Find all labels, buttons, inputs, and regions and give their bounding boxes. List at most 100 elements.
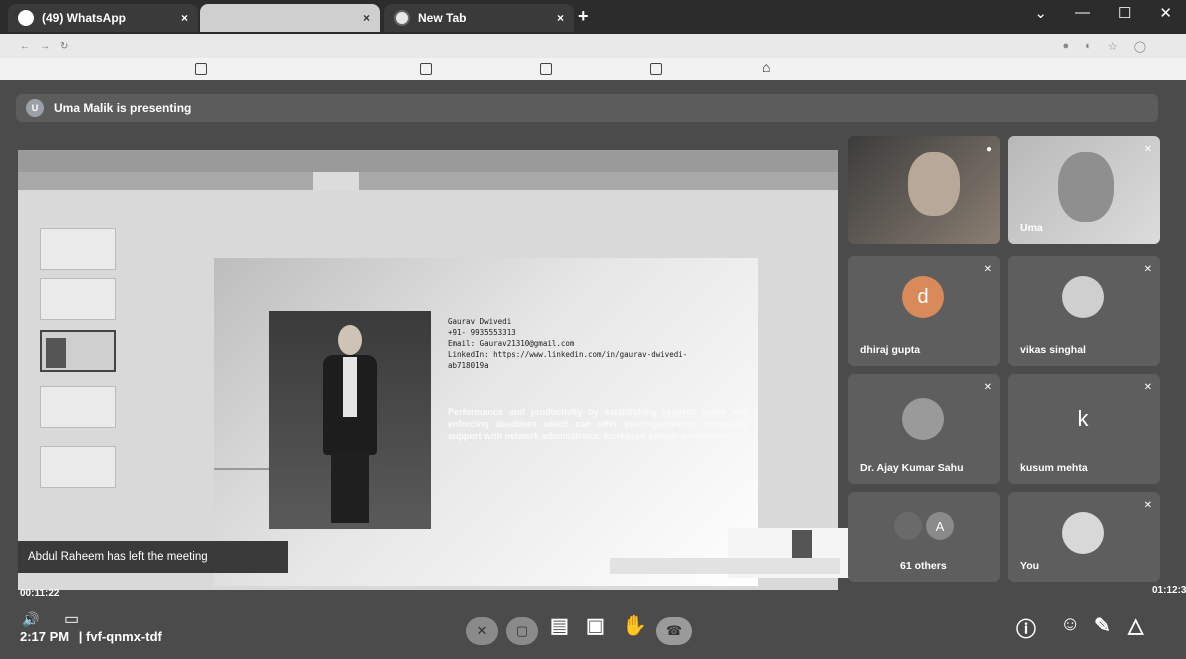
mic-icon: ● bbox=[985, 144, 992, 155]
back-icon[interactable]: ← bbox=[20, 41, 30, 52]
camera-toggle-button[interactable]: ▢ bbox=[506, 617, 538, 645]
profile-photo bbox=[269, 311, 431, 529]
close-icon[interactable]: × bbox=[181, 11, 188, 25]
bookmark-folder-icon[interactable]: ⌂ bbox=[762, 59, 770, 75]
shared-screen[interactable]: Gaurav Dwivedi +91- 9935553313 Email: Ga… bbox=[18, 150, 838, 590]
participant-name: Dr. Ajay Kumar Sahu bbox=[860, 462, 964, 474]
participant-name: kusum mehta bbox=[1020, 462, 1088, 474]
contact-line: LinkedIn: https://www.linkedin.com/in/ga… bbox=[448, 350, 688, 359]
bookmark-icon[interactable] bbox=[650, 63, 662, 75]
slide-thumbnail-selected[interactable] bbox=[40, 330, 116, 372]
participant-name: 61 others bbox=[900, 560, 947, 572]
bookmark-icon[interactable] bbox=[540, 63, 552, 75]
raise-hand-icon[interactable]: ✋ bbox=[622, 613, 647, 638]
slide-thumbnail[interactable] bbox=[40, 278, 116, 320]
extension-icons: ● ◐ ☆ ◯ bbox=[1063, 40, 1147, 53]
tab-search-icon[interactable]: ⌄ bbox=[1034, 4, 1047, 22]
separator: | bbox=[78, 629, 83, 644]
slide-contact-info: Gaurav Dwivedi +91- 9935553313 Email: Ga… bbox=[448, 316, 728, 371]
meeting-code: fvf-qnmx-tdf bbox=[86, 629, 162, 644]
powerpoint-body: Gaurav Dwivedi +91- 9935553313 Email: Ga… bbox=[18, 190, 838, 590]
tab-title: New Tab bbox=[418, 11, 467, 25]
participant-name: You bbox=[1020, 560, 1040, 572]
slide-decoration bbox=[214, 468, 274, 470]
timer-right: 01:12:31 bbox=[1152, 585, 1186, 596]
extension-icon[interactable]: ● bbox=[1063, 40, 1070, 53]
participant-name: Uma bbox=[1020, 222, 1043, 234]
bottom-bar: 🔊 ▭ 2:17 PM | fvf-qnmx-tdf ✕ ▢ ▤ ▣ ✋ ☎ ⓘ… bbox=[0, 605, 1186, 659]
avatar bbox=[894, 512, 922, 540]
mic-toggle-button[interactable]: ✕ bbox=[466, 617, 498, 645]
presenting-text: Uma Malik is presenting bbox=[54, 101, 192, 115]
address-bar[interactable]: ← → ↻ ● ◐ ☆ ◯ bbox=[0, 34, 1186, 58]
mic-off-icon: ✕ bbox=[1143, 382, 1152, 393]
new-tab-button[interactable]: + bbox=[578, 6, 589, 27]
screen: (49) WhatsApp × × New Tab × + ⌄ — ☐ ✕ ← … bbox=[0, 0, 1186, 659]
person-figure bbox=[319, 325, 381, 525]
ribbon-tab-active bbox=[313, 172, 359, 190]
bookmarks-bar: ⌂ bbox=[0, 58, 1186, 80]
participant-tile[interactable]: ✕ Uma bbox=[1008, 136, 1160, 244]
powerpoint-ribbon bbox=[18, 172, 838, 190]
participant-tile[interactable]: ● bbox=[848, 136, 1000, 244]
tab-meet[interactable]: × bbox=[200, 4, 380, 32]
slide-thumbnail[interactable] bbox=[40, 386, 116, 428]
activities-icon[interactable]: △ bbox=[1128, 613, 1143, 638]
star-icon[interactable]: ☆ bbox=[1108, 40, 1118, 53]
window-controls: ⌄ — ☐ ✕ bbox=[1034, 4, 1172, 22]
chrome-icon bbox=[394, 10, 410, 26]
close-icon[interactable]: × bbox=[363, 11, 370, 25]
captions-icon[interactable]: ▤ bbox=[550, 613, 569, 638]
close-icon[interactable]: × bbox=[557, 11, 564, 25]
people-icon[interactable]: ☺ bbox=[1060, 613, 1080, 636]
slide-bio-text: Performance and productivity by establis… bbox=[448, 407, 748, 441]
powerpoint-title-bar bbox=[18, 150, 838, 172]
current-time: 2:17 PM bbox=[20, 629, 70, 644]
slide-thumbnail[interactable] bbox=[40, 228, 116, 270]
mic-off-icon: ✕ bbox=[983, 382, 992, 393]
tab-new-tab[interactable]: New Tab × bbox=[384, 4, 574, 32]
reload-icon[interactable]: ↻ bbox=[60, 41, 68, 52]
mic-off-icon: ✕ bbox=[1143, 500, 1152, 511]
contact-line: +91- 9935553313 bbox=[448, 328, 516, 337]
participant-name: vikas singhal bbox=[1020, 344, 1086, 356]
present-icon[interactable]: ▣ bbox=[586, 613, 605, 638]
participant-tile-others[interactable]: A 61 others bbox=[848, 492, 1000, 582]
avatar-icon: U bbox=[26, 99, 44, 117]
tab-title: (49) WhatsApp bbox=[42, 11, 126, 25]
avatar bbox=[1062, 512, 1104, 554]
browser-tab-strip: (49) WhatsApp × × New Tab × + ⌄ — ☐ ✕ bbox=[0, 0, 1186, 34]
participant-tile[interactable]: k ✕ kusum mehta bbox=[1008, 374, 1160, 484]
participant-name: dhiraj gupta bbox=[860, 344, 921, 356]
avatar: k bbox=[1062, 398, 1104, 440]
profile-icon[interactable]: ◯ bbox=[1134, 40, 1146, 53]
bookmark-icon[interactable] bbox=[195, 63, 207, 75]
minimize-button[interactable]: — bbox=[1075, 4, 1090, 22]
bookmark-icon[interactable] bbox=[420, 63, 432, 75]
chat-bubble-icon[interactable]: ✎ bbox=[1094, 613, 1111, 638]
contact-line: ab718019a bbox=[448, 361, 489, 370]
volume-icon[interactable]: 🔊 bbox=[22, 611, 39, 628]
participant-tile[interactable]: ✕ vikas singhal bbox=[1008, 256, 1160, 366]
presenting-banner: U Uma Malik is presenting bbox=[16, 94, 1158, 122]
extension-icon[interactable]: ◐ bbox=[1085, 40, 1092, 53]
slide-thumbnail[interactable] bbox=[40, 446, 116, 488]
close-window-button[interactable]: ✕ bbox=[1159, 4, 1172, 22]
participant-face bbox=[1058, 152, 1114, 222]
mic-off-icon: ✕ bbox=[983, 264, 992, 275]
avatar: A bbox=[926, 512, 954, 540]
whatsapp-icon bbox=[18, 10, 34, 26]
end-call-button[interactable]: ☎ bbox=[656, 617, 692, 645]
avatar: d bbox=[902, 276, 944, 318]
avatar bbox=[902, 398, 944, 440]
info-icon[interactable]: ⓘ bbox=[1016, 613, 1036, 642]
maximize-button[interactable]: ☐ bbox=[1118, 4, 1131, 22]
tab-whatsapp[interactable]: (49) WhatsApp × bbox=[8, 4, 198, 32]
forward-icon[interactable]: → bbox=[40, 41, 50, 52]
chat-icon[interactable]: ▭ bbox=[64, 609, 79, 629]
meeting-info: 2:17 PM | fvf-qnmx-tdf bbox=[20, 629, 162, 644]
participant-tile[interactable]: ✕ Dr. Ajay Kumar Sahu bbox=[848, 374, 1000, 484]
participant-tile[interactable]: d ✕ dhiraj gupta bbox=[848, 256, 1000, 366]
meet-area: U Uma Malik is presenting Gaurav Dwivedi… bbox=[0, 80, 1186, 659]
participant-tile-self[interactable]: ✕ You bbox=[1008, 492, 1160, 582]
